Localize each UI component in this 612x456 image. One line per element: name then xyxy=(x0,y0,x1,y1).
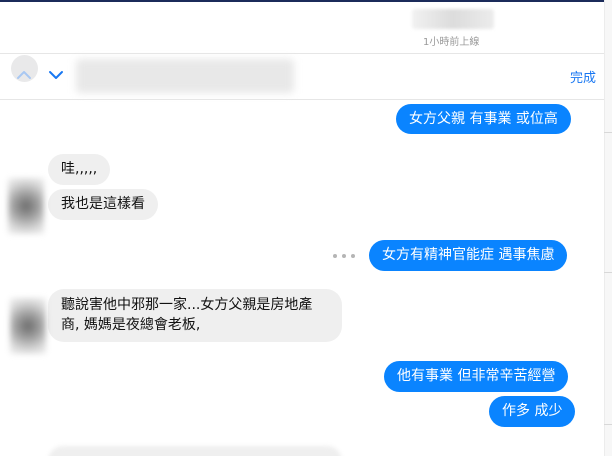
message-line: 聽說害他中邪那一家...女方父親是房地產 xyxy=(61,297,313,313)
avatar[interactable] xyxy=(10,298,46,354)
edge-divider xyxy=(604,272,612,273)
more-options-button[interactable] xyxy=(333,249,355,263)
edge-divider xyxy=(604,132,612,133)
chevron-down-icon xyxy=(49,71,63,79)
side-panel-edge xyxy=(604,0,612,456)
next-result-button[interactable] xyxy=(46,66,66,84)
done-button[interactable]: 完成 xyxy=(570,67,596,86)
window-top-border xyxy=(0,0,612,2)
edge-divider xyxy=(604,424,612,425)
message-bubble-incoming-partial[interactable] xyxy=(48,446,342,456)
search-input-redacted[interactable] xyxy=(76,59,294,93)
message-bubble-outgoing[interactable]: 女方父親 有事業 或位高 xyxy=(396,104,571,134)
chat-window: 1小時前上線 完成 女方父親 有事業 或位高 哇,,,,, 我也是這樣看 女方有… xyxy=(0,0,612,456)
message-bubble-incoming[interactable]: 哇,,,,, xyxy=(48,154,111,185)
avatar[interactable] xyxy=(8,178,44,234)
message-bubble-incoming[interactable]: 聽說害他中邪那一家...女方父親是房地產 商, 媽媽是夜總會老板, xyxy=(48,289,342,342)
more-options-icon xyxy=(333,254,337,258)
message-bubble-outgoing[interactable]: 他有事業 但非常辛苦經營 xyxy=(384,361,569,392)
message-bubble-incoming[interactable]: 我也是這樣看 xyxy=(48,189,158,220)
chevron-up-icon xyxy=(17,71,31,79)
contact-name-redacted[interactable] xyxy=(412,9,494,29)
presence-status: 1小時前上線 xyxy=(423,37,480,48)
message-bubble-outgoing[interactable]: 作多 成少 xyxy=(489,396,576,427)
previous-result-button[interactable] xyxy=(14,66,34,84)
message-line: 商, 媽媽是夜總會老板, xyxy=(61,317,201,333)
message-bubble-outgoing[interactable]: 女方有精神官能症 遇事焦慮 xyxy=(369,240,568,271)
